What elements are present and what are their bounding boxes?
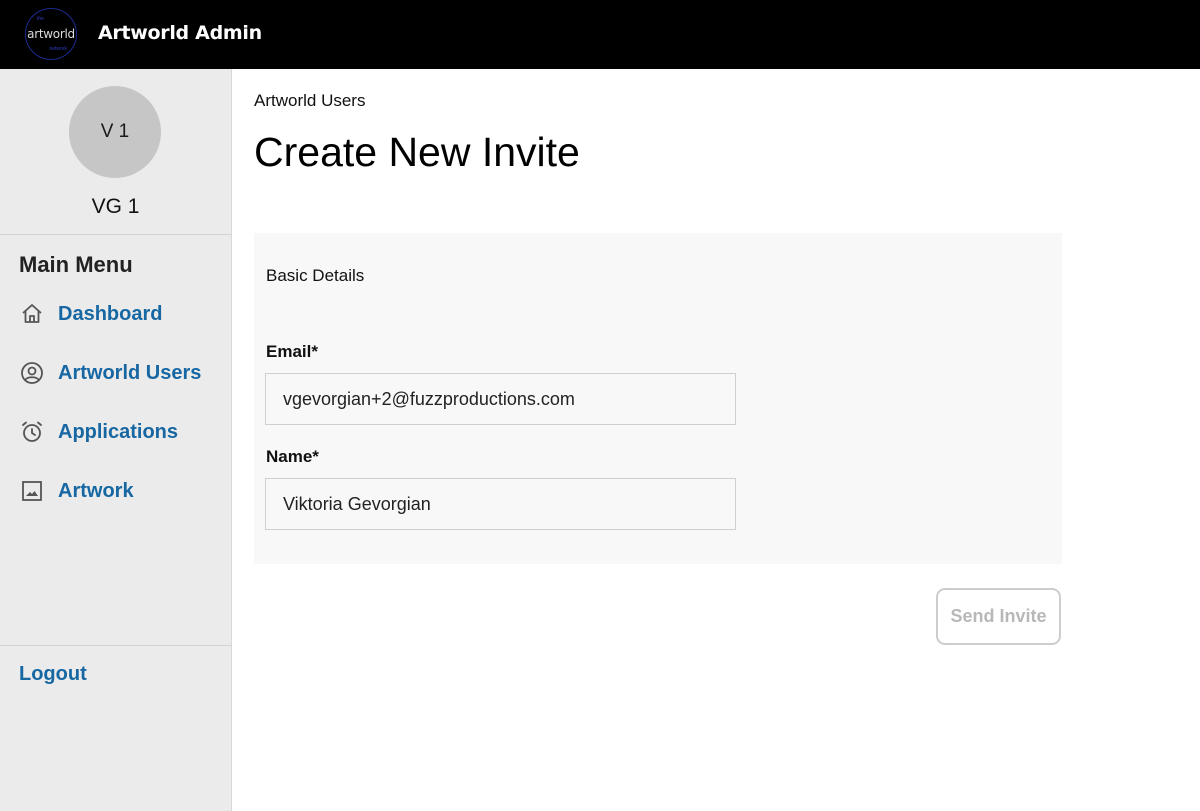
sidebar-item-applications[interactable]: Applications	[19, 419, 178, 445]
logo-main-text: artworld	[27, 27, 75, 41]
name-label: Name*	[266, 447, 319, 466]
logo-bottom-text: network	[49, 46, 67, 52]
artworld-logo[interactable]: the artworld network	[25, 8, 77, 60]
avatar: V 1	[69, 86, 161, 178]
email-field[interactable]	[265, 373, 736, 425]
top-bar: the artworld network Artworld Admin	[0, 0, 1200, 69]
sidebar-item-artwork[interactable]: Artwork	[19, 478, 134, 504]
sidebar-divider	[0, 645, 232, 646]
sidebar-item-label: Dashboard	[58, 302, 163, 325]
sidebar-item-dashboard[interactable]: Dashboard	[19, 301, 162, 327]
sidebar-item-label: Artworld Users	[58, 361, 202, 384]
alarm-clock-icon	[19, 419, 45, 445]
logout-link[interactable]: Logout	[19, 663, 87, 686]
logo-top-text: the	[37, 16, 44, 22]
breadcrumb[interactable]: Artworld Users	[254, 91, 365, 111]
sidebar-item-label: Applications	[58, 420, 179, 443]
basic-details-card: Basic Details Email* Name*	[254, 233, 1062, 564]
sidebar-item-artworld-users[interactable]: Artworld Users	[19, 360, 201, 386]
card-title: Basic Details	[266, 266, 365, 285]
page-title: Create New Invite	[254, 129, 580, 175]
user-circle-icon	[19, 360, 45, 386]
home-icon	[19, 301, 45, 327]
app-title: Artworld Admin	[98, 22, 262, 44]
name-field[interactable]	[265, 478, 736, 530]
profile-name: VG 1	[91, 195, 140, 218]
profile-section: V 1 VG 1	[0, 69, 231, 235]
send-invite-button[interactable]: Send Invite	[936, 588, 1061, 645]
main-content: Artworld Users Create New Invite Basic D…	[232, 69, 1200, 811]
sidebar: V 1 VG 1 Main Menu Dashboard Artworld Us…	[0, 69, 232, 811]
main-menu-title: Main Menu	[19, 252, 133, 277]
image-icon	[19, 478, 45, 504]
sidebar-item-label: Artwork	[58, 479, 134, 502]
email-label: Email*	[266, 342, 318, 361]
